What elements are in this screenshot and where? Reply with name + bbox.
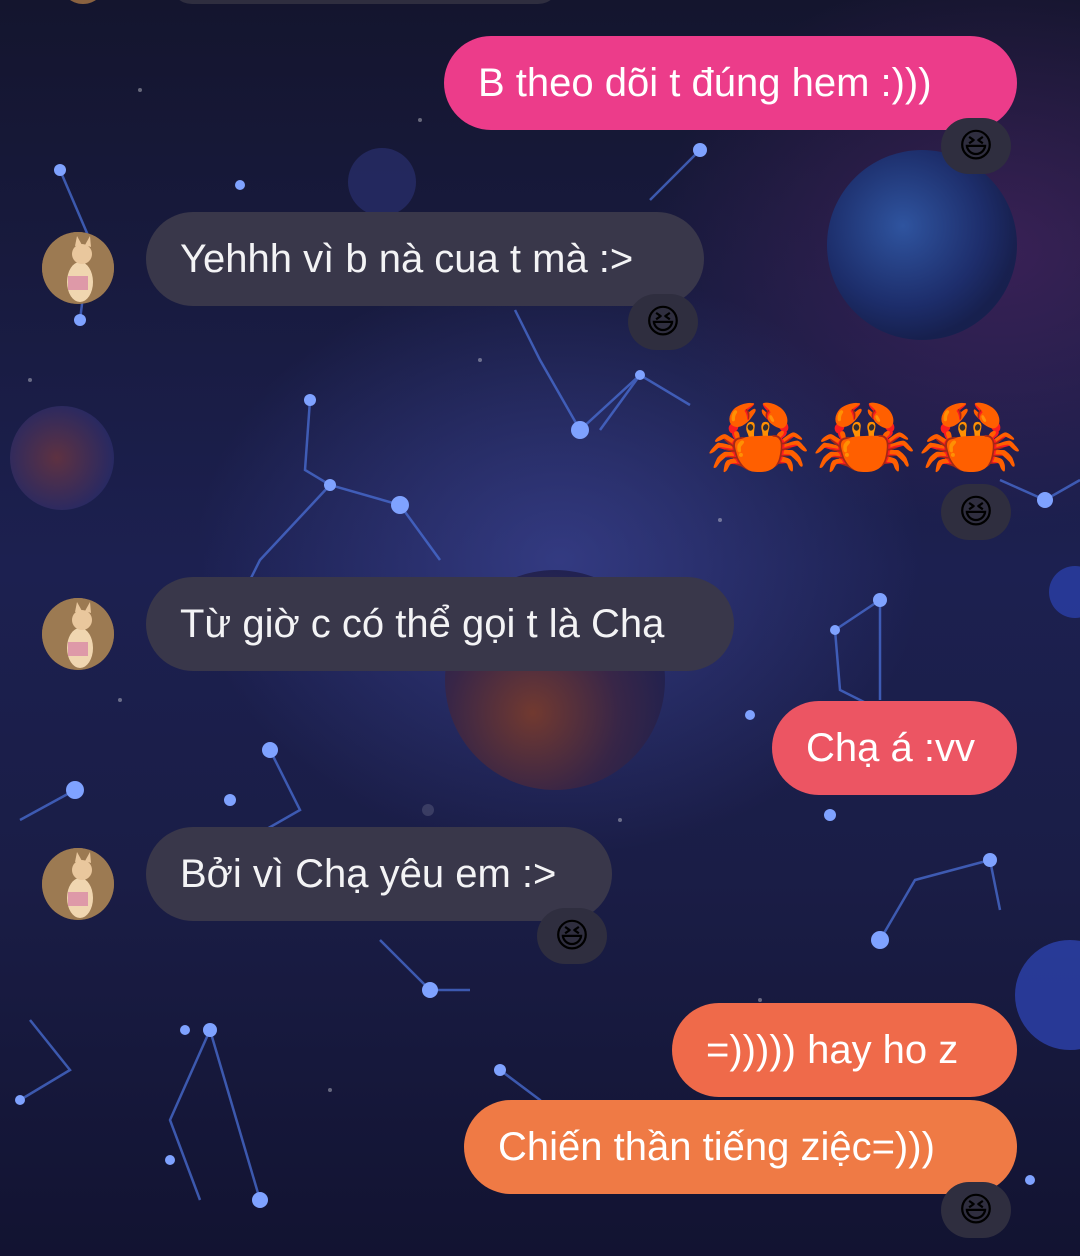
laughing-face-icon: 😆 — [958, 493, 994, 531]
message-bubble-outgoing[interactable]: Chạ á :vv — [772, 701, 1017, 795]
planet-right-edge — [1015, 940, 1080, 1050]
planet-left — [10, 406, 114, 510]
message-bubble-incoming[interactable]: Từ giờ c có thể gọi t là Chạ — [146, 577, 734, 671]
cat-avatar-icon — [42, 232, 114, 304]
crab-emoji-icon: 🦀 — [706, 389, 811, 483]
laughing-face-icon: 😆 — [554, 917, 590, 955]
message-text: Chạ á :vv — [806, 725, 975, 770]
planet-small-top — [348, 148, 416, 216]
message-bubble-outgoing[interactable]: B theo dõi t đúng hem :))) — [444, 36, 1017, 130]
emoji-message[interactable]: 🦀 🦀 🦀 — [706, 389, 1023, 490]
message-text: Từ giờ c có thể gọi t là Chạ — [180, 601, 665, 646]
message-bubble-incoming[interactable]: Yehhh vì b nà cua t mà :> — [146, 212, 704, 306]
reaction-badge[interactable]: 😆 — [941, 1182, 1011, 1238]
avatar[interactable] — [42, 232, 114, 304]
message-text: B theo dõi t đúng hem :))) — [478, 60, 932, 105]
crab-emoji-icon: 🦀 — [812, 389, 917, 483]
message-text: =))))) hay ho z — [706, 1027, 959, 1072]
bubble-partial-top — [170, 0, 560, 4]
message-text: Chiến thần tiếng ziệc=))) — [498, 1124, 935, 1169]
crab-emoji-icon: 🦀 — [918, 389, 1023, 483]
avatar[interactable] — [42, 848, 114, 920]
message-bubble-incoming[interactable]: Bởi vì Chạ yêu em :> — [146, 827, 612, 921]
reaction-badge[interactable]: 😆 — [628, 294, 698, 350]
cat-avatar-icon — [42, 848, 114, 920]
cat-avatar-icon — [42, 598, 114, 670]
message-bubble-outgoing[interactable]: Chiến thần tiếng ziệc=))) — [464, 1100, 1017, 1194]
message-text: Bởi vì Chạ yêu em :> — [180, 851, 557, 896]
planet-right-mid — [1049, 566, 1080, 618]
message-bubble-outgoing[interactable]: =))))) hay ho z — [672, 1003, 1017, 1097]
reaction-badge[interactable]: 😆 — [941, 484, 1011, 540]
avatar[interactable] — [42, 598, 114, 670]
laughing-face-icon: 😆 — [645, 303, 681, 341]
laughing-face-icon: 😆 — [958, 1191, 994, 1229]
planet-top-right — [827, 150, 1017, 340]
message-text: Yehhh vì b nà cua t mà :> — [180, 236, 634, 281]
reaction-badge[interactable]: 😆 — [537, 908, 607, 964]
reaction-badge[interactable]: 😆 — [941, 118, 1011, 174]
laughing-face-icon: 😆 — [958, 127, 994, 165]
